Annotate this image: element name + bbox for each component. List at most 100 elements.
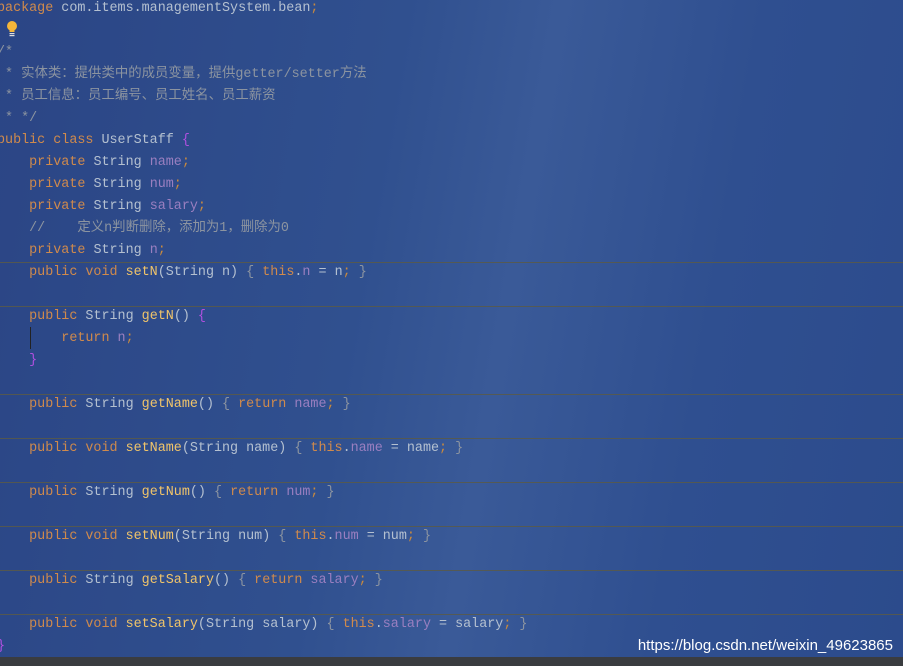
code-line[interactable]: * */: [0, 108, 903, 130]
code-token-comment: {: [213, 485, 231, 500]
code-token-def: String: [93, 243, 150, 258]
code-line[interactable]: * 实体类：提供类中的成员变量，提供getter/setter方法: [0, 64, 903, 86]
code-line[interactable]: // 定义n判断删除，添加为1，删除为0: [0, 218, 903, 240]
code-token-method: setSalary: [125, 617, 198, 632]
code-token-comment: }: [334, 397, 351, 412]
code-line[interactable]: [0, 20, 903, 42]
code-token-def: (): [197, 397, 223, 412]
code-line[interactable]: package com.items.managementSystem.bean;: [0, 0, 903, 20]
code-token-def: .: [326, 529, 335, 544]
code-token-field: salary: [382, 617, 431, 632]
code-token-def: (String num): [173, 529, 279, 544]
code-token-field: n: [117, 331, 126, 346]
code-line[interactable]: public String getSalary() { return salar…: [0, 570, 903, 592]
code-token-comment: {: [326, 617, 343, 632]
code-line[interactable]: /*: [0, 42, 903, 64]
code-token-field: name: [294, 397, 327, 412]
code-line[interactable]: public String getNum() { return num; }: [0, 482, 903, 504]
code-editor[interactable]: package com.items.managementSystem.bean;…: [0, 0, 903, 657]
code-token-def: String: [93, 177, 150, 192]
code-token-field: name: [350, 441, 383, 456]
code-token-kw: public: [0, 485, 86, 500]
code-line[interactable]: [0, 548, 903, 570]
code-token-kw: public: [0, 397, 86, 412]
code-token-method: getName: [141, 397, 198, 412]
code-token-comment: }: [318, 485, 335, 500]
code-token-method: setNum: [125, 529, 174, 544]
code-line[interactable]: [0, 416, 903, 438]
code-line[interactable]: public String getN() {: [0, 306, 903, 328]
code-token-kw: return: [238, 397, 295, 412]
code-line[interactable]: * 员工信息：员工编号、员工姓名、员工薪资: [0, 86, 903, 108]
code-token-field: salary: [149, 199, 198, 214]
code-token-punc: ;: [358, 573, 367, 588]
code-token-kw: public void: [0, 529, 126, 544]
code-line[interactable]: public class UserStaff {: [0, 130, 903, 152]
code-token-comment: {: [222, 397, 239, 412]
code-token-kw: return: [0, 331, 118, 346]
code-token-punc: ;: [342, 265, 351, 280]
code-token-comment: }: [511, 617, 528, 632]
code-token-punc: ;: [197, 199, 206, 214]
code-token-def: String: [93, 155, 150, 170]
code-line[interactable]: [0, 504, 903, 526]
code-token-def: String: [85, 573, 142, 588]
code-line[interactable]: private String name;: [0, 152, 903, 174]
code-token-def: = name: [382, 441, 440, 456]
code-line[interactable]: [0, 372, 903, 394]
code-token-def: (): [189, 485, 214, 500]
code-token-punc: ;: [310, 1, 319, 16]
code-token-comment: {: [246, 265, 263, 280]
code-token-comment: * 实体类：提供类中的成员变量，提供getter/setter方法: [0, 67, 367, 82]
code-line[interactable]: private String num;: [0, 174, 903, 196]
code-token-def: .: [374, 617, 383, 632]
code-token-kw: package: [0, 1, 54, 16]
code-token-punc: ;: [406, 529, 415, 544]
code-line[interactable]: private String salary;: [0, 196, 903, 218]
code-token-brace: }: [0, 353, 38, 368]
code-token-field: num: [286, 485, 311, 500]
code-line[interactable]: return n;: [0, 328, 903, 350]
code-token-method: setN: [125, 265, 158, 280]
code-token-field: n: [149, 243, 158, 258]
code-token-kw: public void: [0, 617, 126, 632]
bottom-bar: [0, 657, 903, 666]
code-token-def: = num: [358, 529, 407, 544]
code-token-field: num: [334, 529, 359, 544]
code-token-comment: }: [414, 529, 431, 544]
code-token-comment: {: [294, 441, 311, 456]
code-token-kw: public void: [0, 265, 126, 280]
code-token-comment: // 定义n判断删除，添加为1，删除为0: [0, 221, 289, 236]
code-token-kw: this: [310, 441, 343, 456]
code-token-def: String: [85, 309, 142, 324]
code-token-method: getNum: [141, 485, 190, 500]
code-token-punc: ;: [157, 243, 166, 258]
code-line[interactable]: private String n;: [0, 240, 903, 262]
code-line[interactable]: public void setName(String name) { this.…: [0, 438, 903, 460]
lightbulb-icon[interactable]: [6, 20, 18, 38]
code-token-def: (String salary): [197, 617, 327, 632]
code-token-def: (): [213, 573, 239, 588]
code-line[interactable]: public void setNum(String num) { this.nu…: [0, 526, 903, 548]
code-token-kw: public: [0, 573, 86, 588]
code-token-kw: public void: [0, 441, 126, 456]
code-token-punc: ;: [181, 155, 190, 170]
code-token-def: .: [342, 441, 351, 456]
code-token-method: getN: [141, 309, 174, 324]
code-token-comment: * */: [0, 111, 38, 126]
code-line[interactable]: public void setSalary(String salary) { t…: [0, 614, 903, 636]
code-token-def: (String name): [181, 441, 295, 456]
code-token-field: salary: [310, 573, 359, 588]
code-token-comment: }: [447, 441, 464, 456]
code-line[interactable]: [0, 284, 903, 306]
code-line[interactable]: }: [0, 350, 903, 372]
code-line[interactable]: public String getName() { return name; }: [0, 394, 903, 416]
code-token-kw: private: [0, 177, 94, 192]
indent-guide: [30, 327, 31, 349]
code-token-punc: ;: [326, 397, 335, 412]
code-token-kw: return: [254, 573, 311, 588]
code-token-kw: private: [0, 155, 94, 170]
code-line[interactable]: [0, 460, 903, 482]
code-line[interactable]: public void setN(String n) { this.n = n;…: [0, 262, 903, 284]
code-line[interactable]: [0, 592, 903, 614]
